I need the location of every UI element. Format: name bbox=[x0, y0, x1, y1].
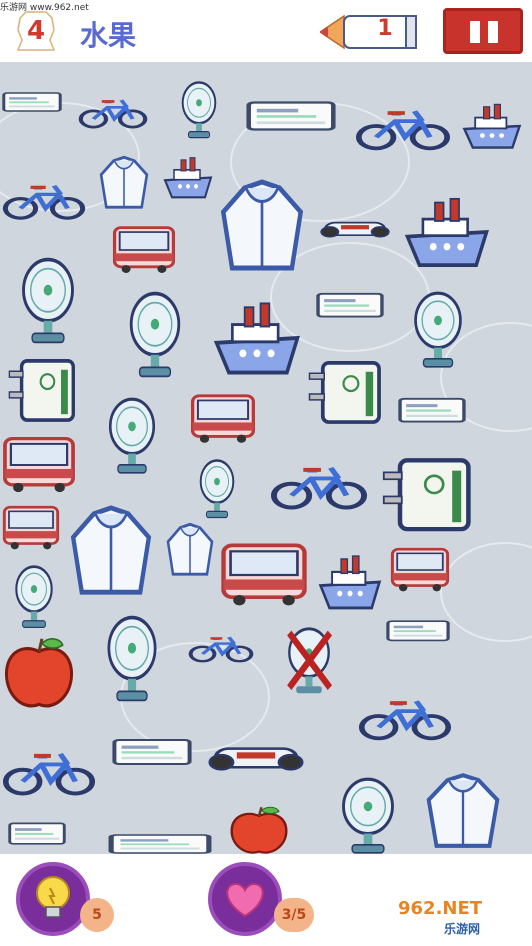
jacket-icon[interactable] bbox=[165, 522, 215, 580]
level-number: 4 bbox=[26, 16, 46, 46]
bicycle-icon[interactable] bbox=[188, 630, 254, 670]
jacket-icon[interactable] bbox=[68, 504, 154, 602]
background-cloud bbox=[440, 542, 532, 642]
fan-icon[interactable] bbox=[12, 256, 84, 346]
charger-icon[interactable] bbox=[8, 352, 76, 426]
hint-count-badge: 5 bbox=[80, 898, 114, 932]
fan-icon[interactable] bbox=[332, 776, 404, 854]
air-conditioner-icon[interactable] bbox=[8, 820, 66, 854]
air-conditioner-icon[interactable] bbox=[112, 736, 192, 776]
charger-icon[interactable] bbox=[308, 354, 382, 428]
ship-icon[interactable] bbox=[462, 96, 522, 156]
bus-icon[interactable] bbox=[220, 538, 308, 612]
bicycle-icon[interactable] bbox=[358, 690, 452, 752]
jacket-icon[interactable] bbox=[98, 155, 150, 213]
jacket-icon[interactable] bbox=[218, 178, 306, 278]
hoverboard-icon[interactable] bbox=[320, 210, 390, 252]
ship-icon[interactable] bbox=[163, 150, 213, 205]
fan-crossed-icon[interactable] bbox=[280, 626, 338, 696]
bus-icon[interactable] bbox=[190, 390, 256, 448]
ship-icon[interactable] bbox=[318, 546, 382, 618]
air-conditioner-icon[interactable] bbox=[398, 395, 466, 433]
heart-icon bbox=[226, 882, 264, 918]
lightbulb-icon bbox=[36, 876, 70, 918]
bus-icon[interactable] bbox=[2, 432, 76, 498]
fan-icon[interactable] bbox=[405, 290, 471, 370]
fan-icon[interactable] bbox=[98, 614, 166, 704]
pause-button[interactable] bbox=[443, 8, 523, 54]
fan-icon[interactable] bbox=[100, 396, 164, 476]
fan-icon[interactable] bbox=[175, 80, 223, 140]
bicycle-icon[interactable] bbox=[270, 456, 368, 522]
found-counter: 1 bbox=[318, 10, 420, 54]
fan-icon[interactable] bbox=[8, 564, 60, 630]
apple-icon[interactable] bbox=[228, 804, 290, 854]
site-logo-subtitle: 乐游网 bbox=[444, 922, 481, 936]
bicycle-icon[interactable] bbox=[2, 176, 86, 230]
air-conditioner-icon[interactable] bbox=[386, 618, 450, 650]
bus-icon[interactable] bbox=[112, 222, 176, 278]
bus-icon[interactable] bbox=[2, 502, 60, 554]
site-logo: 962.NET bbox=[398, 898, 483, 919]
game-board bbox=[0, 62, 532, 854]
hint-button[interactable] bbox=[16, 862, 90, 936]
ship-icon[interactable] bbox=[404, 186, 490, 278]
jacket-icon[interactable] bbox=[424, 772, 502, 854]
bicycle-icon[interactable] bbox=[2, 742, 96, 808]
top-bar: 乐游网 www.962.net 4 水果 1 bbox=[0, 0, 532, 62]
target-category: 水果 bbox=[80, 19, 137, 52]
found-count: 1 bbox=[377, 16, 393, 41]
bicycle-icon[interactable] bbox=[78, 92, 148, 137]
fan-icon[interactable] bbox=[193, 458, 241, 520]
bus-icon[interactable] bbox=[390, 544, 450, 596]
lives-button[interactable] bbox=[208, 862, 282, 936]
apple-icon[interactable] bbox=[2, 634, 76, 714]
air-conditioner-icon[interactable] bbox=[246, 98, 336, 143]
level-badge: 4 bbox=[16, 10, 56, 54]
fan-icon[interactable] bbox=[120, 290, 190, 380]
bicycle-icon[interactable] bbox=[355, 100, 451, 162]
air-conditioner-icon[interactable] bbox=[316, 290, 384, 328]
air-conditioner-icon[interactable] bbox=[108, 832, 212, 854]
charger-icon[interactable] bbox=[382, 450, 472, 536]
lives-count-badge: 3/5 bbox=[274, 898, 314, 932]
ship-icon[interactable] bbox=[213, 290, 301, 386]
hoverboard-icon[interactable] bbox=[208, 730, 304, 792]
air-conditioner-icon[interactable] bbox=[2, 90, 62, 120]
